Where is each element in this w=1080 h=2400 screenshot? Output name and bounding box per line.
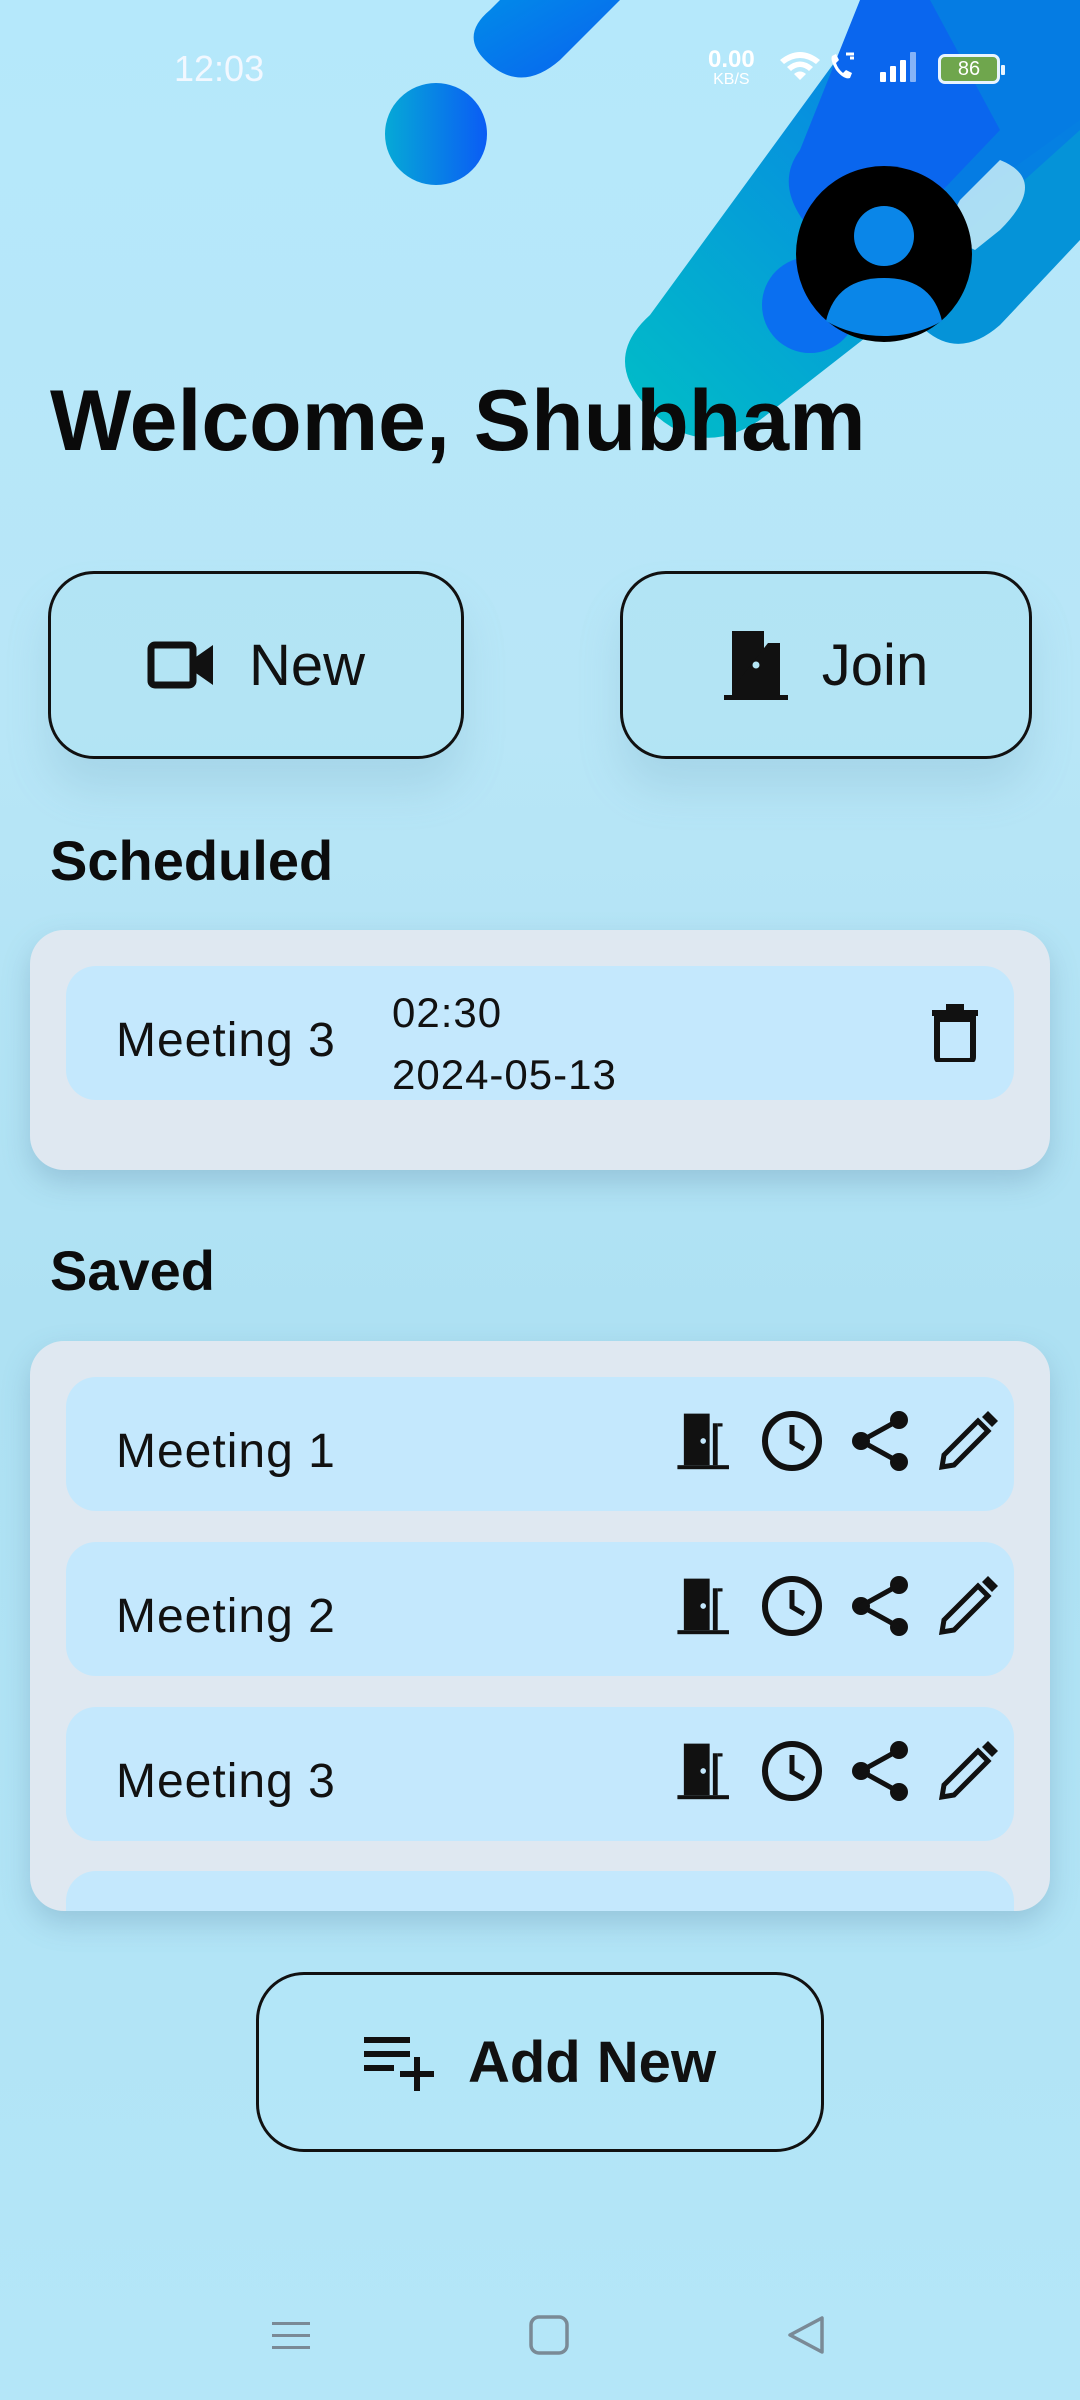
edit-saved-button[interactable] bbox=[934, 1737, 1002, 1805]
welcome-heading: Welcome, Shubham bbox=[50, 373, 866, 469]
saved-meeting-actions bbox=[670, 1572, 1002, 1640]
door-icon bbox=[723, 631, 788, 700]
edit-saved-button[interactable] bbox=[934, 1407, 1002, 1475]
status-time: 12:03 bbox=[174, 48, 265, 89]
saved-meeting-name: Meeting 3 bbox=[116, 1755, 336, 1808]
edit-icon bbox=[938, 1741, 998, 1801]
join-saved-button[interactable] bbox=[670, 1737, 738, 1805]
door-icon bbox=[677, 1743, 729, 1800]
battery-icon: 86 bbox=[938, 54, 1005, 84]
saved-meeting-actions bbox=[670, 1737, 1002, 1805]
signal-icon bbox=[880, 52, 916, 82]
delete-icon[interactable] bbox=[930, 1004, 980, 1062]
status-icons bbox=[780, 52, 916, 82]
share-icon bbox=[852, 1741, 908, 1801]
scheduled-meeting-row[interactable]: Meeting 3 02:30 2024-05-13 bbox=[66, 966, 1014, 1100]
saved-meeting-actions bbox=[670, 1407, 1002, 1475]
join-saved-button[interactable] bbox=[670, 1572, 738, 1640]
door-icon bbox=[677, 1578, 729, 1635]
share-saved-button[interactable] bbox=[846, 1572, 914, 1640]
edit-icon bbox=[938, 1576, 998, 1636]
network-speed-value: 0.00 bbox=[708, 46, 755, 73]
door-icon bbox=[677, 1413, 729, 1470]
playlist-add-icon bbox=[363, 2037, 434, 2091]
scheduled-meeting-datetime: 02:30 2024-05-13 bbox=[392, 982, 617, 1106]
network-speed: 0.00 KB/S bbox=[708, 48, 755, 88]
saved-meeting-row[interactable]: Meeting 1 bbox=[66, 1377, 1014, 1511]
scheduled-card: Meeting 3 02:30 2024-05-13 bbox=[30, 930, 1050, 1170]
back-triangle-icon[interactable] bbox=[782, 2310, 832, 2360]
wifi-icon bbox=[780, 52, 820, 80]
scheduled-meeting-time: 02:30 bbox=[392, 989, 503, 1036]
clock-icon bbox=[762, 1741, 822, 1801]
new-meeting-label: New bbox=[248, 632, 366, 698]
clock-icon bbox=[762, 1411, 822, 1471]
menu-icon[interactable] bbox=[266, 2310, 316, 2360]
volte-call-icon bbox=[831, 52, 854, 79]
join-saved-button[interactable] bbox=[670, 1407, 738, 1475]
saved-section-title: Saved bbox=[50, 1239, 215, 1302]
share-saved-button[interactable] bbox=[846, 1737, 914, 1805]
status-bar: 12:03 0.00 KB/S 86 bbox=[0, 0, 1080, 130]
saved-meeting-row[interactable]: Meeting 2 bbox=[66, 1542, 1014, 1676]
clock-icon bbox=[762, 1576, 822, 1636]
saved-meeting-name: Meeting 2 bbox=[116, 1590, 336, 1643]
network-speed-unit: KB/S bbox=[713, 71, 750, 88]
saved-card: Meeting 1 Meeting 2 Meeting 3 bbox=[30, 1341, 1050, 1911]
new-meeting-button[interactable]: New bbox=[48, 571, 464, 759]
videocam-icon bbox=[147, 641, 213, 689]
share-icon bbox=[852, 1576, 908, 1636]
scheduled-meeting-date: 2024-05-13 bbox=[392, 1051, 617, 1098]
account-circle-icon[interactable] bbox=[796, 166, 972, 342]
edit-saved-button[interactable] bbox=[934, 1572, 1002, 1640]
join-meeting-button[interactable]: Join bbox=[620, 571, 1032, 759]
system-nav-bar bbox=[0, 2288, 1080, 2378]
saved-meeting-row-partial[interactable] bbox=[66, 1871, 1014, 1911]
schedule-saved-button[interactable] bbox=[758, 1737, 826, 1805]
edit-icon bbox=[938, 1411, 998, 1471]
join-meeting-label: Join bbox=[821, 632, 929, 698]
home-square-icon[interactable] bbox=[524, 2310, 574, 2360]
schedule-saved-button[interactable] bbox=[758, 1407, 826, 1475]
share-icon bbox=[852, 1411, 908, 1471]
add-new-label: Add New bbox=[467, 2029, 717, 2095]
scheduled-section-title: Scheduled bbox=[50, 829, 334, 892]
scheduled-meeting-name: Meeting 3 bbox=[116, 1014, 336, 1067]
share-saved-button[interactable] bbox=[846, 1407, 914, 1475]
schedule-saved-button[interactable] bbox=[758, 1572, 826, 1640]
add-new-button[interactable]: Add New bbox=[256, 1972, 824, 2152]
saved-meeting-row[interactable]: Meeting 3 bbox=[66, 1707, 1014, 1841]
saved-meeting-name: Meeting 1 bbox=[116, 1425, 336, 1478]
